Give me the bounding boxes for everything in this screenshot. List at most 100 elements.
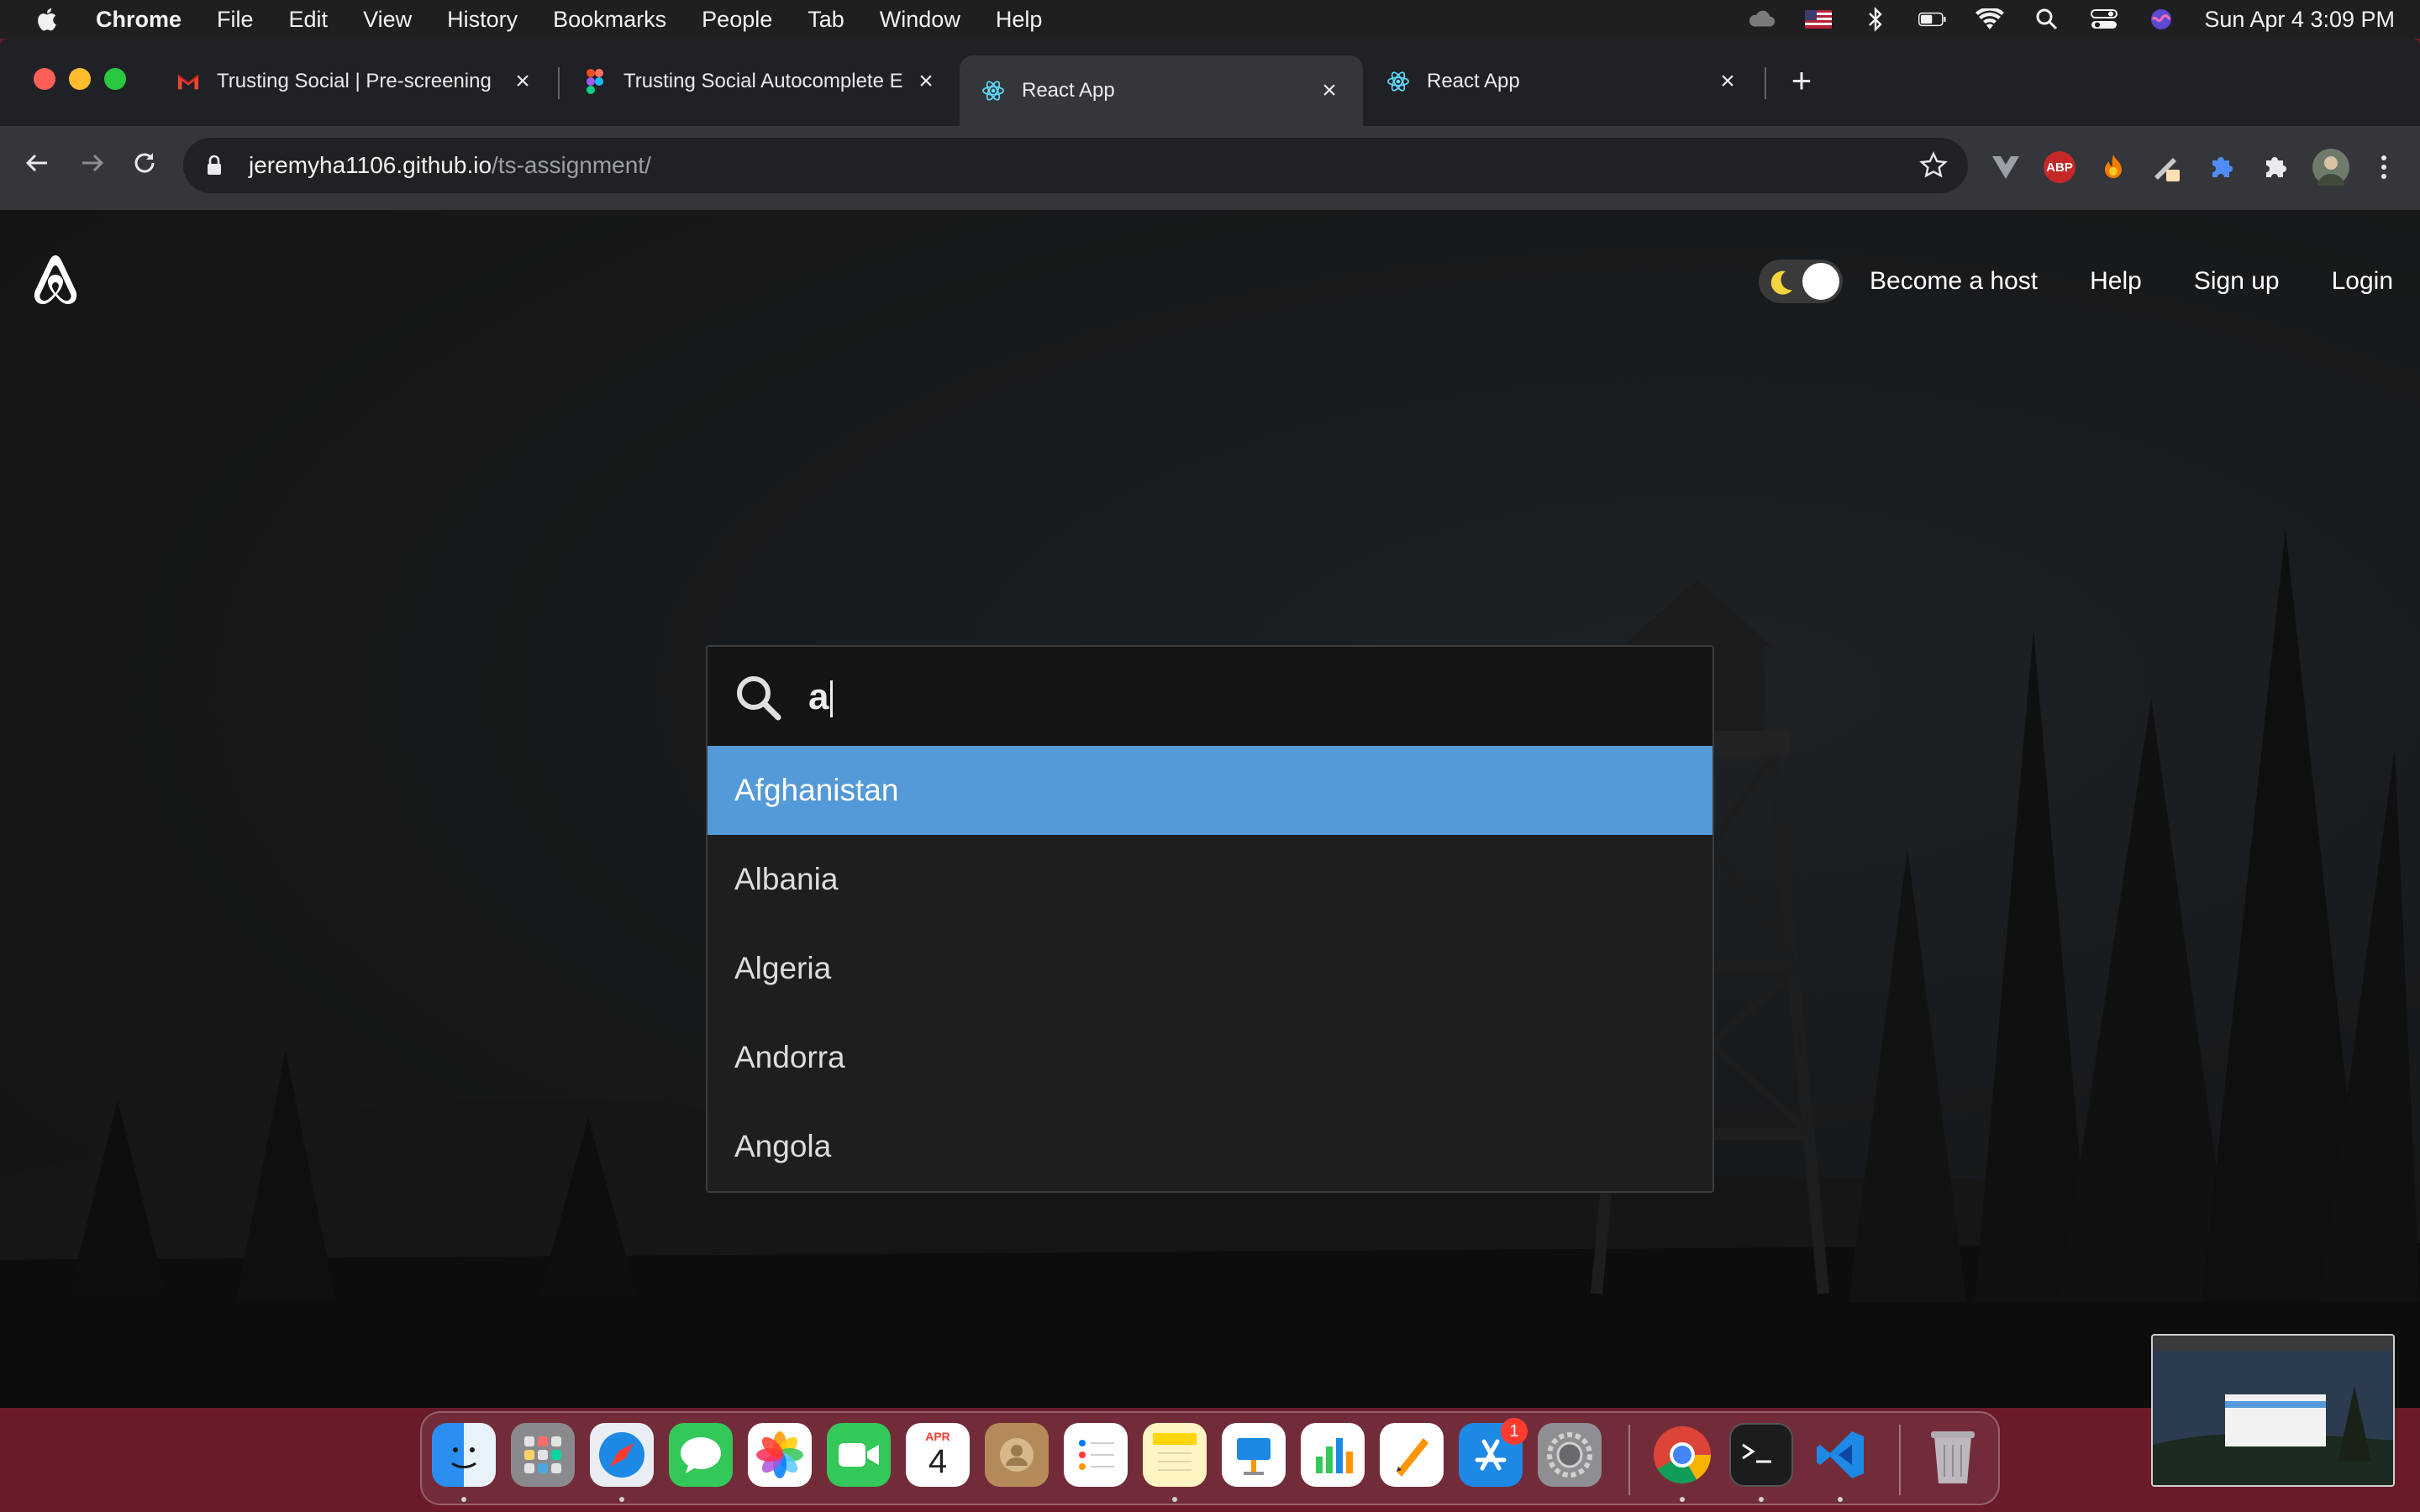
- screenshot-thumbnail[interactable]: [2151, 1334, 2395, 1487]
- tab-gmail[interactable]: Trusting Social | Pre-screening ×: [155, 55, 556, 108]
- bluetooth-icon[interactable]: [1861, 7, 1890, 32]
- reminders-icon[interactable]: [1064, 1423, 1128, 1487]
- terminal-icon[interactable]: [1729, 1423, 1793, 1487]
- tab-separator: [1765, 67, 1766, 99]
- web-page: Become a host Help Sign up Login a Afgha…: [0, 210, 2420, 1408]
- status-area: Sun Apr 4 3:09 PM: [1747, 0, 2395, 39]
- photos-icon[interactable]: [748, 1423, 812, 1487]
- autocomplete-panel: a Afghanistan Albania Algeria Andorra An…: [706, 645, 1714, 1193]
- siri-icon[interactable]: [2147, 8, 2175, 31]
- dark-mode-toggle[interactable]: [1759, 260, 1844, 303]
- menu-view[interactable]: View: [363, 7, 412, 33]
- sign-up-link[interactable]: Sign up: [2194, 267, 2280, 296]
- browser-window: Trusting Social | Pre-screening × Trusti…: [0, 39, 2420, 1408]
- suggestion-item[interactable]: Algeria: [708, 924, 1712, 1013]
- menu-bookmarks[interactable]: Bookmarks: [553, 7, 666, 33]
- launchpad-icon[interactable]: [511, 1423, 575, 1487]
- suggestion-item[interactable]: Andorra: [708, 1013, 1712, 1102]
- tab-title: React App: [1022, 79, 1115, 102]
- menu-window[interactable]: Window: [880, 7, 960, 33]
- dock: APR 4: [420, 1411, 2000, 1505]
- tab-figma[interactable]: Trusting Social Autocomplete E ×: [561, 55, 960, 108]
- window-controls: [34, 68, 126, 90]
- menu-history[interactable]: History: [447, 7, 518, 33]
- bookmark-star-icon[interactable]: [1919, 151, 1948, 180]
- figma-icon: [583, 69, 607, 94]
- minimize-window-button[interactable]: [69, 68, 91, 90]
- tab-title: Trusting Social Autocomplete E: [623, 70, 903, 92]
- search-input[interactable]: a: [808, 672, 834, 722]
- menu-clock[interactable]: Sun Apr 4 3:09 PM: [2204, 7, 2395, 33]
- tab-react-app-active[interactable]: React App ×: [960, 55, 1363, 126]
- become-host-link[interactable]: Become a host: [1870, 267, 2038, 296]
- lock-icon[interactable]: [202, 153, 227, 178]
- menu-people[interactable]: People: [702, 7, 772, 33]
- moon-icon: [1770, 270, 1793, 295]
- numbers-icon[interactable]: [1301, 1423, 1365, 1487]
- desktop: Chrome File Edit View History Bookmarks …: [0, 0, 2420, 1512]
- suggestion-item[interactable]: Angola: [708, 1102, 1712, 1191]
- running-indicator: [1838, 1497, 1843, 1502]
- airbnb-logo-icon[interactable]: [29, 252, 82, 309]
- dock-separator: [1899, 1425, 1901, 1495]
- system-preferences-icon[interactable]: [1538, 1423, 1602, 1487]
- vue-devtools-extension-icon[interactable]: [1990, 151, 2022, 183]
- vscode-icon[interactable]: [1808, 1423, 1872, 1487]
- login-link[interactable]: Login: [2332, 267, 2393, 296]
- maximize-window-button[interactable]: [104, 68, 126, 90]
- pen-extension-icon[interactable]: [2151, 151, 2183, 183]
- new-tab-plus-icon[interactable]: +: [1786, 63, 1817, 98]
- search-input-row[interactable]: a: [708, 647, 1712, 746]
- trash-icon[interactable]: [1921, 1423, 1985, 1487]
- app-store-badge: 1: [1501, 1418, 1528, 1445]
- tab-close-icon[interactable]: ×: [914, 69, 938, 94]
- search-icon: [737, 676, 781, 721]
- calendar-icon[interactable]: APR 4: [906, 1423, 970, 1487]
- tab-close-icon[interactable]: ×: [1716, 69, 1739, 94]
- react-icon: [1386, 70, 1410, 93]
- abp-label: ABP: [2046, 160, 2073, 175]
- menu-file[interactable]: File: [217, 7, 254, 33]
- puzzle-blue-extension-icon[interactable]: [2205, 151, 2237, 183]
- control-center-icon[interactable]: [2090, 8, 2118, 31]
- chrome-menu-kebab-icon[interactable]: [2368, 151, 2400, 183]
- menu-app-name[interactable]: Chrome: [96, 7, 182, 33]
- tab-close-icon[interactable]: ×: [511, 69, 534, 94]
- suggestion-item-highlighted[interactable]: Afghanistan: [708, 746, 1712, 835]
- tab-close-icon[interactable]: ×: [1318, 78, 1341, 103]
- safari-icon[interactable]: [590, 1423, 654, 1487]
- close-window-button[interactable]: [34, 68, 55, 90]
- extensions-puzzle-icon[interactable]: [2259, 151, 2291, 183]
- running-indicator: [461, 1497, 466, 1502]
- profile-avatar[interactable]: [2312, 149, 2349, 186]
- back-arrow-icon[interactable]: [20, 150, 54, 183]
- menu-edit[interactable]: Edit: [289, 7, 329, 33]
- keynote-icon[interactable]: [1222, 1423, 1286, 1487]
- icloud-icon[interactable]: [1747, 8, 1776, 31]
- address-bar[interactable]: jeremyha1106.github.io/ts-assignment/: [183, 138, 1968, 193]
- site-nav: Become a host Help Sign up Login: [1759, 259, 2393, 304]
- spotlight-icon[interactable]: [2033, 8, 2061, 31]
- notes-icon[interactable]: [1143, 1423, 1207, 1487]
- facetime-icon[interactable]: [827, 1423, 891, 1487]
- menu-help[interactable]: Help: [996, 7, 1043, 33]
- us-flag-icon[interactable]: [1804, 8, 1833, 31]
- reload-icon[interactable]: [128, 150, 161, 183]
- suggestion-item[interactable]: Albania: [708, 835, 1712, 924]
- contacts-icon[interactable]: [985, 1423, 1049, 1487]
- wifi-icon[interactable]: [1975, 8, 2005, 31]
- url-path: /ts-assignment/: [492, 152, 651, 178]
- react-devtools-fire-extension-icon[interactable]: [2097, 151, 2129, 183]
- pages-icon[interactable]: [1380, 1423, 1444, 1487]
- help-link[interactable]: Help: [2090, 267, 2142, 296]
- apple-icon[interactable]: [34, 5, 62, 34]
- finder-icon[interactable]: [432, 1423, 496, 1487]
- dock-separator: [1628, 1425, 1630, 1495]
- forward-arrow-icon[interactable]: [76, 150, 109, 183]
- chrome-icon[interactable]: [1650, 1423, 1714, 1487]
- tab-react-app[interactable]: React App ×: [1365, 55, 1761, 108]
- adblock-plus-extension-icon[interactable]: ABP: [2044, 151, 2075, 183]
- battery-icon[interactable]: [1918, 8, 1947, 31]
- menu-tab[interactable]: Tab: [808, 7, 844, 33]
- messages-icon[interactable]: [669, 1423, 733, 1487]
